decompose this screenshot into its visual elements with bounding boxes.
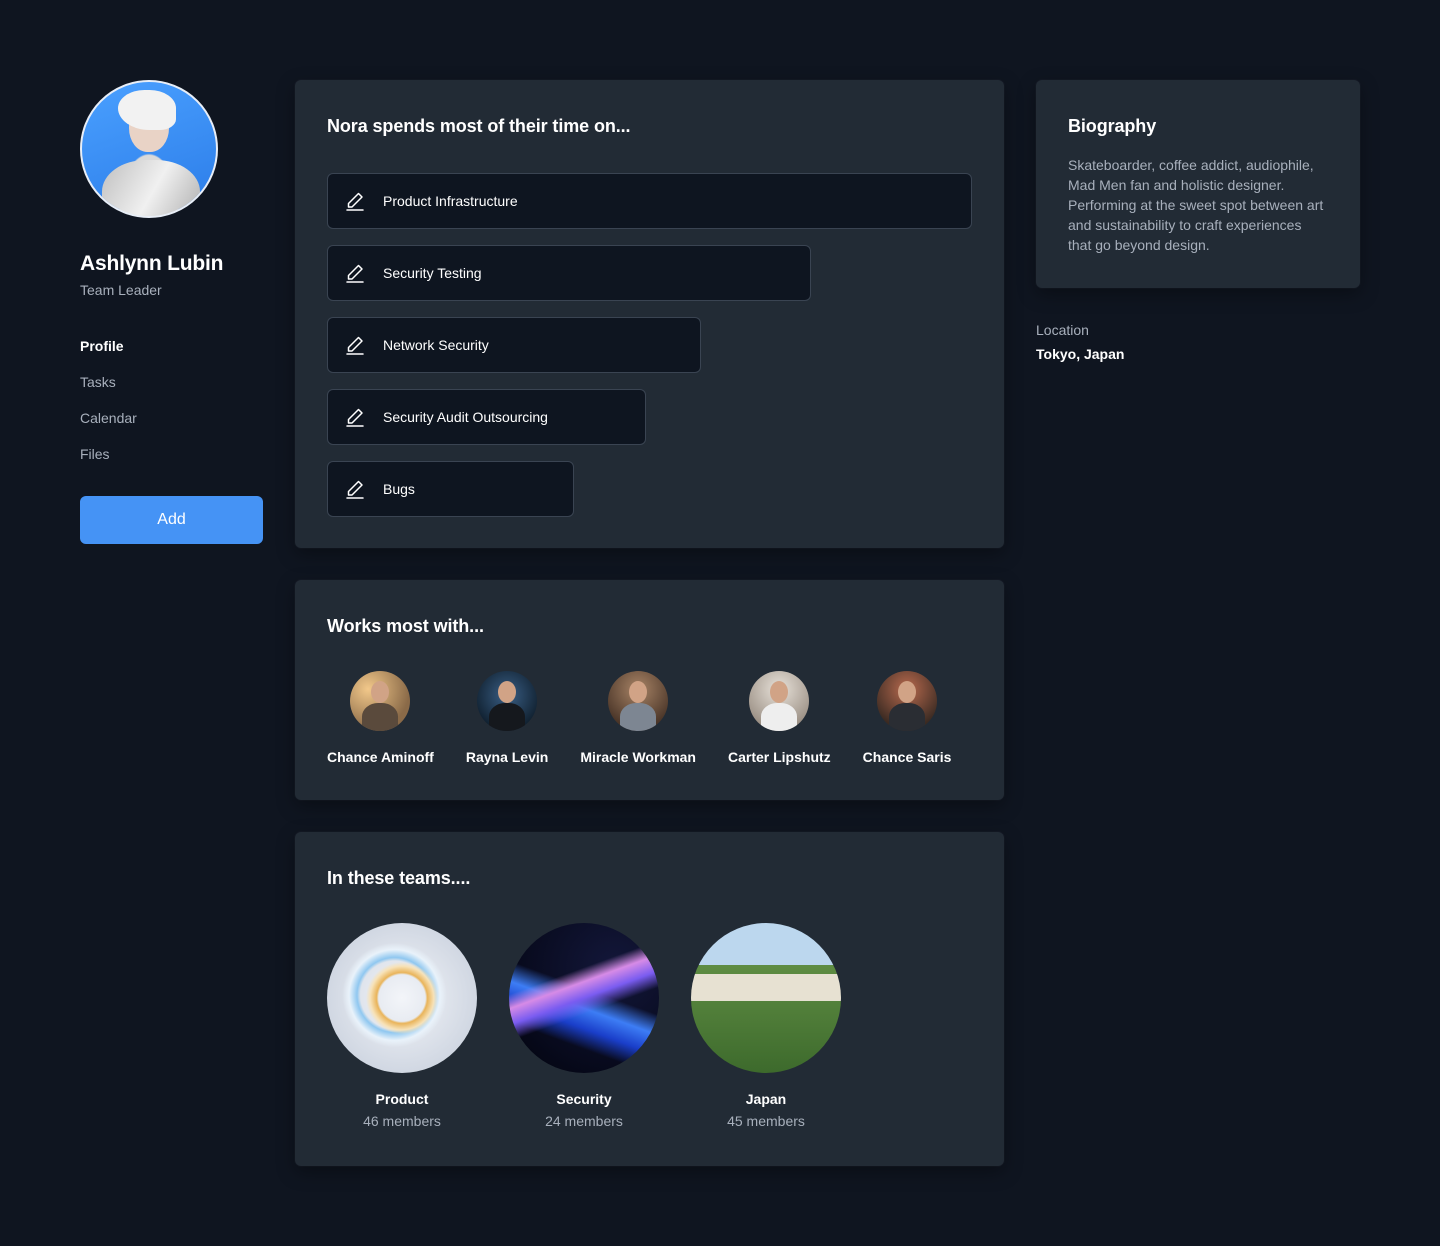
pencil-icon [346,480,364,499]
person-item[interactable]: Rayna Levin [466,671,548,765]
time-item[interactable]: Bugs [327,461,574,517]
person-avatar [877,671,938,731]
team-name: Security [556,1091,612,1107]
person-avatar [350,671,411,731]
biography-card: Biography Skateboarder, coffee addict, a… [1036,80,1360,288]
person-item[interactable]: Miracle Workman [580,671,696,765]
person-item[interactable]: Carter Lipshutz [728,671,831,765]
biography-text: Skateboarder, coffee addict, audiophile,… [1068,157,1324,253]
team-name: Japan [745,1091,787,1107]
time-spent-card: Nora spends most of their time on... Pro… [295,80,1004,548]
teams-title: In these teams.... [327,868,471,888]
time-item-label: Security Testing [383,265,482,281]
team-item[interactable]: Security 24 members [509,923,659,1129]
person-avatar [608,671,669,731]
teams-list: Product 46 members Security 24 members J… [327,923,972,1129]
team-item[interactable]: Product 46 members [327,923,477,1129]
pencil-icon [346,336,364,355]
team-image [691,923,841,1073]
person-name: Chance Saris [862,749,952,765]
person-item[interactable]: Chance Aminoff [327,671,434,765]
team-member-count: 24 members [545,1113,623,1129]
location-value: Tokyo, Japan [1036,346,1125,362]
sidebar: Ashlynn Lubin Team Leader Profile Tasks … [80,80,263,544]
person-name: Rayna Levin [465,749,549,765]
time-item[interactable]: Product Infrastructure [327,173,972,229]
works-with-title: Works most with... [327,616,484,636]
sidebar-item-tasks[interactable]: Tasks [80,364,263,400]
person-name: Carter Lipshutz [727,749,831,765]
location-label: Location [1036,322,1089,338]
profile-role: Team Leader [80,282,162,298]
location-block: Location Tokyo, Japan [1036,322,1124,362]
sidebar-item-profile[interactable]: Profile [80,328,263,364]
person-item[interactable]: Chance Saris [862,671,952,765]
person-avatar [477,671,538,731]
profile-page: Ashlynn Lubin Team Leader Profile Tasks … [0,0,1440,1246]
pencil-icon [346,408,364,427]
time-item-label: Bugs [383,481,415,497]
time-item[interactable]: Security Audit Outsourcing [327,389,646,445]
pencil-icon [346,192,364,211]
sidebar-nav: Profile Tasks Calendar Files [80,328,263,472]
time-item[interactable]: Network Security [327,317,701,373]
team-image [327,923,477,1073]
person-name: Miracle Workman [580,749,696,765]
teams-card: In these teams.... Product 46 members Se… [295,832,1004,1166]
team-item[interactable]: Japan 45 members [691,923,841,1129]
sidebar-item-calendar[interactable]: Calendar [80,400,263,436]
time-spent-title: Nora spends most of their time on... [327,116,631,136]
people-list: Chance Aminoff Rayna Levin Miracle Workm… [327,671,972,765]
works-with-card: Works most with... Chance Aminoff Rayna … [295,580,1004,800]
team-name: Product [375,1091,429,1107]
time-spent-list: Product Infrastructure Security Testing … [327,173,972,517]
time-item[interactable]: Security Testing [327,245,811,301]
sidebar-item-files[interactable]: Files [80,436,263,472]
team-image [509,923,659,1073]
add-button[interactable]: Add [80,496,263,544]
team-member-count: 45 members [727,1113,805,1129]
biography-title: Biography [1068,116,1157,136]
time-item-label: Network Security [383,337,489,353]
profile-name: Ashlynn Lubin [80,252,224,275]
team-member-count: 46 members [363,1113,441,1129]
pencil-icon [346,264,364,283]
person-avatar [749,671,810,731]
avatar[interactable] [80,80,218,218]
person-name: Chance Aminoff [327,749,434,765]
time-item-label: Product Infrastructure [383,193,518,209]
time-item-label: Security Audit Outsourcing [383,409,548,425]
